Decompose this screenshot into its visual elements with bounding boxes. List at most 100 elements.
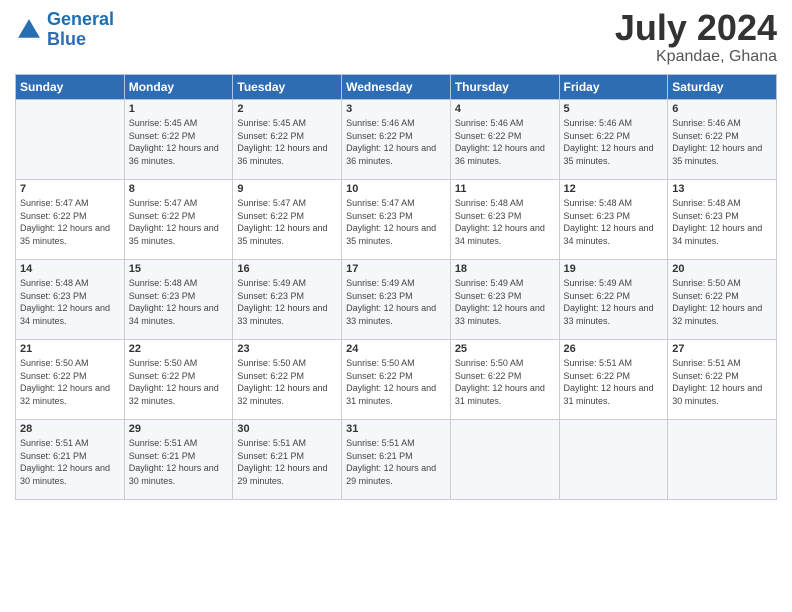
logo-text: General Blue (47, 10, 114, 50)
day-number: 2 (237, 103, 337, 115)
day-info: Sunrise: 5:51 AMSunset: 6:21 PMDaylight:… (129, 437, 229, 487)
day-info: Sunrise: 5:48 AMSunset: 6:23 PMDaylight:… (672, 197, 772, 247)
day-number: 23 (237, 343, 337, 355)
header-row: SundayMondayTuesdayWednesdayThursdayFrid… (16, 75, 777, 100)
day-cell: 7 Sunrise: 5:47 AMSunset: 6:22 PMDaylight… (16, 180, 125, 260)
day-info: Sunrise: 5:50 AMSunset: 6:22 PMDaylight:… (346, 357, 446, 407)
title-block: July 2024 Kpandae, Ghana (615, 10, 777, 66)
day-info: Sunrise: 5:48 AMSunset: 6:23 PMDaylight:… (20, 277, 120, 327)
day-info: Sunrise: 5:49 AMSunset: 6:23 PMDaylight:… (455, 277, 555, 327)
day-info: Sunrise: 5:46 AMSunset: 6:22 PMDaylight:… (455, 117, 555, 167)
day-cell: 1 Sunrise: 5:45 AMSunset: 6:22 PMDaylight… (124, 100, 233, 180)
day-number: 26 (564, 343, 664, 355)
day-info: Sunrise: 5:49 AMSunset: 6:23 PMDaylight:… (346, 277, 446, 327)
day-number: 22 (129, 343, 229, 355)
header-wednesday: Wednesday (342, 75, 451, 100)
day-info: Sunrise: 5:45 AMSunset: 6:22 PMDaylight:… (129, 117, 229, 167)
day-number: 24 (346, 343, 446, 355)
day-cell: 4 Sunrise: 5:46 AMSunset: 6:22 PMDaylight… (450, 100, 559, 180)
day-number: 31 (346, 423, 446, 435)
day-info: Sunrise: 5:46 AMSunset: 6:22 PMDaylight:… (564, 117, 664, 167)
month-title: July 2024 (615, 10, 777, 46)
day-cell: 27 Sunrise: 5:51 AMSunset: 6:22 PMDayligh… (668, 340, 777, 420)
day-info: Sunrise: 5:47 AMSunset: 6:22 PMDaylight:… (129, 197, 229, 247)
header: General Blue July 2024 Kpandae, Ghana (15, 10, 777, 66)
header-tuesday: Tuesday (233, 75, 342, 100)
week-row-4: 21 Sunrise: 5:50 AMSunset: 6:22 PMDayligh… (16, 340, 777, 420)
page: General Blue July 2024 Kpandae, Ghana Su… (0, 0, 792, 612)
week-row-5: 28 Sunrise: 5:51 AMSunset: 6:21 PMDayligh… (16, 420, 777, 500)
logo-line1: General (47, 9, 114, 29)
day-cell: 26 Sunrise: 5:51 AMSunset: 6:22 PMDayligh… (559, 340, 668, 420)
day-cell: 6 Sunrise: 5:46 AMSunset: 6:22 PMDaylight… (668, 100, 777, 180)
day-cell: 5 Sunrise: 5:46 AMSunset: 6:22 PMDaylight… (559, 100, 668, 180)
day-number: 28 (20, 423, 120, 435)
day-info: Sunrise: 5:50 AMSunset: 6:22 PMDaylight:… (455, 357, 555, 407)
week-row-1: 1 Sunrise: 5:45 AMSunset: 6:22 PMDaylight… (16, 100, 777, 180)
day-cell (559, 420, 668, 500)
day-info: Sunrise: 5:47 AMSunset: 6:23 PMDaylight:… (346, 197, 446, 247)
day-number: 7 (20, 183, 120, 195)
day-number: 29 (129, 423, 229, 435)
day-cell: 19Sunrise: 5:49 AMSunset: 6:22 PMDayligh… (559, 260, 668, 340)
logo-line2: Blue (47, 29, 86, 49)
day-cell: 23 Sunrise: 5:50 AMSunset: 6:22 PMDayligh… (233, 340, 342, 420)
day-number: 14 (20, 263, 120, 275)
day-info: Sunrise: 5:46 AMSunset: 6:22 PMDaylight:… (672, 117, 772, 167)
day-cell (450, 420, 559, 500)
header-sunday: Sunday (16, 75, 125, 100)
day-info: Sunrise: 5:48 AMSunset: 6:23 PMDaylight:… (455, 197, 555, 247)
day-cell: 30Sunrise: 5:51 AMSunset: 6:21 PMDayligh… (233, 420, 342, 500)
day-number: 21 (20, 343, 120, 355)
day-number: 11 (455, 183, 555, 195)
day-cell: 12Sunrise: 5:48 AMSunset: 6:23 PMDayligh… (559, 180, 668, 260)
day-number: 12 (564, 183, 664, 195)
day-info: Sunrise: 5:47 AMSunset: 6:22 PMDaylight:… (20, 197, 120, 247)
day-cell: 11 Sunrise: 5:48 AMSunset: 6:23 PMDayligh… (450, 180, 559, 260)
day-cell: 17Sunrise: 5:49 AMSunset: 6:23 PMDayligh… (342, 260, 451, 340)
day-number: 9 (237, 183, 337, 195)
day-number: 13 (672, 183, 772, 195)
day-cell: 31Sunrise: 5:51 AMSunset: 6:21 PMDayligh… (342, 420, 451, 500)
day-number: 8 (129, 183, 229, 195)
day-info: Sunrise: 5:48 AMSunset: 6:23 PMDaylight:… (129, 277, 229, 327)
day-info: Sunrise: 5:50 AMSunset: 6:22 PMDaylight:… (237, 357, 337, 407)
day-cell: 9Sunrise: 5:47 AMSunset: 6:22 PMDaylight… (233, 180, 342, 260)
day-cell: 29 Sunrise: 5:51 AMSunset: 6:21 PMDayligh… (124, 420, 233, 500)
day-cell: 13 Sunrise: 5:48 AMSunset: 6:23 PMDayligh… (668, 180, 777, 260)
logo: General Blue (15, 10, 114, 50)
header-friday: Friday (559, 75, 668, 100)
day-info: Sunrise: 5:50 AMSunset: 6:22 PMDaylight:… (129, 357, 229, 407)
calendar-table: SundayMondayTuesdayWednesdayThursdayFrid… (15, 74, 777, 500)
day-cell: 21Sunrise: 5:50 AMSunset: 6:22 PMDayligh… (16, 340, 125, 420)
day-info: Sunrise: 5:46 AMSunset: 6:22 PMDaylight:… (346, 117, 446, 167)
day-number: 20 (672, 263, 772, 275)
day-cell: 15Sunrise: 5:48 AMSunset: 6:23 PMDayligh… (124, 260, 233, 340)
day-info: Sunrise: 5:51 AMSunset: 6:22 PMDaylight:… (564, 357, 664, 407)
day-info: Sunrise: 5:50 AMSunset: 6:22 PMDaylight:… (672, 277, 772, 327)
day-number: 6 (672, 103, 772, 115)
day-number: 4 (455, 103, 555, 115)
header-monday: Monday (124, 75, 233, 100)
day-info: Sunrise: 5:51 AMSunset: 6:22 PMDaylight:… (672, 357, 772, 407)
day-number: 30 (237, 423, 337, 435)
day-cell: 10 Sunrise: 5:47 AMSunset: 6:23 PMDayligh… (342, 180, 451, 260)
day-cell: 14 Sunrise: 5:48 AMSunset: 6:23 PMDayligh… (16, 260, 125, 340)
day-number: 10 (346, 183, 446, 195)
day-cell: 8 Sunrise: 5:47 AMSunset: 6:22 PMDaylight… (124, 180, 233, 260)
day-number: 16 (237, 263, 337, 275)
day-number: 5 (564, 103, 664, 115)
day-info: Sunrise: 5:49 AMSunset: 6:22 PMDaylight:… (564, 277, 664, 327)
day-cell: 16Sunrise: 5:49 AMSunset: 6:23 PMDayligh… (233, 260, 342, 340)
header-thursday: Thursday (450, 75, 559, 100)
day-cell: 25 Sunrise: 5:50 AMSunset: 6:22 PMDayligh… (450, 340, 559, 420)
location-title: Kpandae, Ghana (615, 48, 777, 66)
day-number: 18 (455, 263, 555, 275)
day-cell (16, 100, 125, 180)
day-number: 25 (455, 343, 555, 355)
day-number: 27 (672, 343, 772, 355)
week-row-2: 7 Sunrise: 5:47 AMSunset: 6:22 PMDaylight… (16, 180, 777, 260)
day-cell: 18 Sunrise: 5:49 AMSunset: 6:23 PMDayligh… (450, 260, 559, 340)
day-cell: 3Sunrise: 5:46 AMSunset: 6:22 PMDaylight… (342, 100, 451, 180)
day-number: 1 (129, 103, 229, 115)
